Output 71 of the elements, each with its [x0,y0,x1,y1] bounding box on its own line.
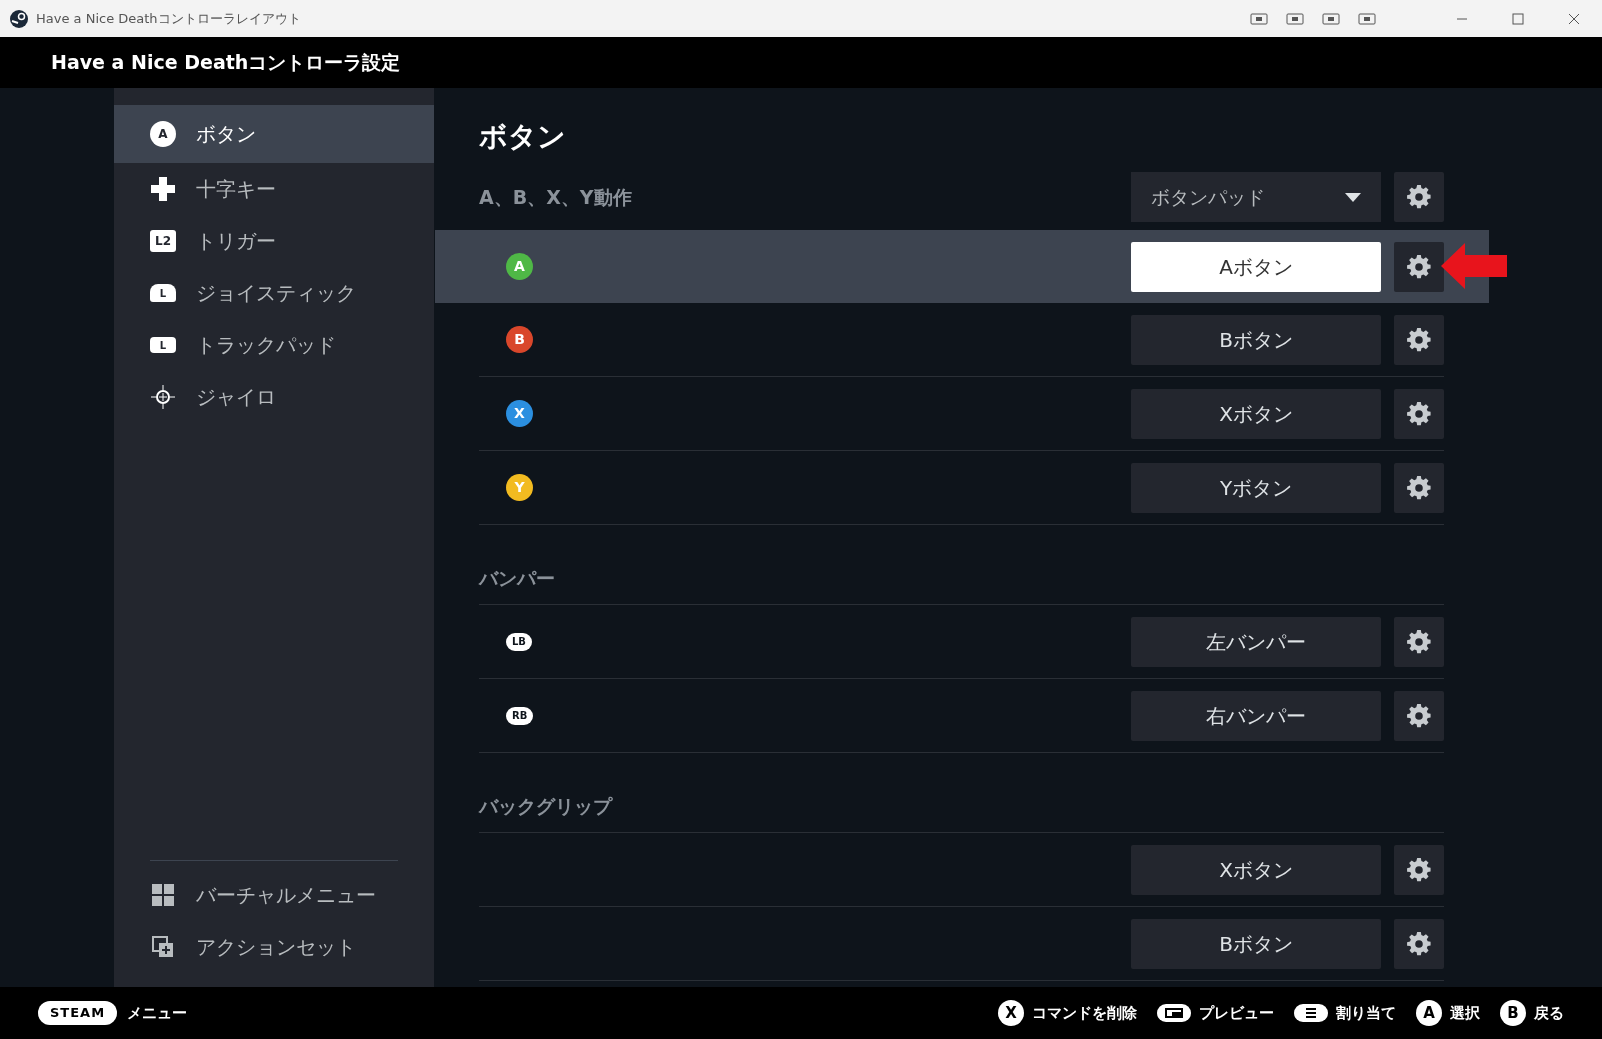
caret-icon [1345,192,1361,202]
binding-button[interactable]: Xボタン [1131,388,1381,439]
settings-icon [1406,628,1432,655]
sidebar-item[interactable]: L ジョイスティック [114,267,434,319]
settings-button[interactable] [1394,172,1444,222]
settings-button[interactable] [1394,844,1444,895]
settings-icon [1406,474,1432,501]
button-badge: B [506,326,533,353]
button-letter-icon: A [1416,1000,1442,1026]
close-icon[interactable] [1568,12,1580,25]
settings-icon [1406,326,1432,353]
dropdown[interactable]: ボタンパッド [1131,172,1381,222]
settings-icon [1406,930,1432,957]
hint-label: 戻る [1534,1002,1564,1024]
layers-icon [152,936,174,958]
binding-button[interactable]: 右バンパー [1131,690,1381,741]
crosshair-icon [151,385,175,409]
arrow-icon [1441,243,1507,289]
settings-button[interactable] [1394,388,1444,439]
section-heading: バックグリップ [479,794,612,820]
section-heading: A、B、X、Y動作 [479,184,632,210]
hint-label: 割り当て [1336,1002,1396,1024]
binding-button[interactable]: Yボタン [1131,462,1381,513]
settings-button[interactable] [1394,462,1444,513]
settings-icon [1406,856,1432,883]
menu-label: メニュー [127,1002,188,1024]
settings-icon [1406,184,1432,210]
joystick-icon: L [150,284,176,302]
plus-icon [150,176,176,202]
maximize-icon[interactable] [1512,12,1524,25]
sidebar-item[interactable]: L トラックパッド [114,319,434,371]
bumper-badge: RB [506,706,534,725]
sidebar-item[interactable]: ジャイロ [114,371,434,423]
hint-label: プレビュー [1199,1002,1274,1024]
binding-button[interactable]: Bボタン [1131,918,1381,969]
steam-button[interactable]: STEAM [38,1001,118,1025]
menu-icon [1294,1004,1328,1022]
trackpad-icon: L [150,337,176,353]
hint-label: 選択 [1450,1002,1480,1024]
settings-button[interactable] [1394,241,1444,292]
settings-button[interactable] [1394,918,1444,969]
settings-icon [1406,253,1432,280]
trigger-icon: L2 [150,230,176,252]
button-badge: A [506,253,533,280]
sidebar-item[interactable]: L2 トリガー [114,215,434,267]
binding-button[interactable]: 左バンパー [1131,616,1381,667]
sidebar-item[interactable]: アクションセット [114,921,434,973]
settings-button[interactable] [1394,314,1444,365]
button-letter-icon: B [1500,1000,1526,1026]
binding-button[interactable]: Aボタン [1131,241,1381,292]
binding-button[interactable]: Bボタン [1131,314,1381,365]
circle-letter-icon: A [150,121,176,147]
hint-label: コマンドを削除 [1032,1002,1137,1024]
button-badge: X [506,400,533,427]
button-letter-icon: X [998,1000,1024,1026]
sidebar-item[interactable]: バーチャルメニュー [114,869,434,921]
binding-button[interactable]: Xボタン [1131,844,1381,895]
window-title: Have a Nice Deathコントローラレイアウト [36,9,301,28]
grid-icon [152,884,174,906]
steam-logo-icon [10,9,28,28]
view-button-icon [1157,1004,1191,1022]
settings-icon [1406,702,1432,729]
settings-button[interactable] [1394,690,1444,741]
sidebar-item[interactable]: 十字キー [114,163,434,215]
settings-button[interactable] [1394,616,1444,667]
section-heading: バンパー [479,566,555,592]
sidebar-item[interactable]: A ボタン [114,105,434,163]
bumper-badge: LB [506,632,532,651]
section-title: ボタン [479,119,567,155]
settings-icon [1406,400,1432,427]
button-badge: Y [506,474,533,501]
